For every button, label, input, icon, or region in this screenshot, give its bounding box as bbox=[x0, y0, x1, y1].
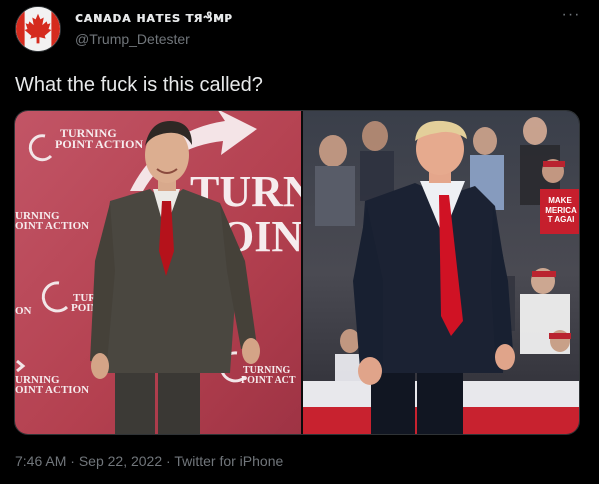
tweet-source[interactable]: Twitter for iPhone bbox=[174, 453, 283, 469]
tpa-edge-on: ON bbox=[15, 305, 32, 317]
user-handle[interactable]: @Trump_Detester bbox=[75, 31, 190, 47]
tweet-meta: 7:46 AM · Sep 22, 2022 · Twitter for iPh… bbox=[15, 453, 283, 469]
tweet: ᴄᴀɴᴀᴅᴀ нᴀᴛᴇs тя₰ᴍᴘ @Trump_Detester ··· W… bbox=[0, 0, 599, 484]
tpa-logo-bottom-center-text: TURNING POINT ACT bbox=[241, 365, 296, 386]
tweet-text: What the fuck is this called? bbox=[15, 74, 263, 96]
media-image: TURNING POINT ACTION TURN OIN URNING OINT A… bbox=[15, 111, 579, 434]
meta-separator: · bbox=[162, 453, 175, 469]
maga-sign: MAKE MERICA T AGAI bbox=[540, 189, 579, 234]
maple-leaf-icon bbox=[16, 7, 60, 51]
meta-separator: · bbox=[66, 453, 79, 469]
avatar[interactable] bbox=[15, 6, 61, 52]
more-options-icon[interactable]: ··· bbox=[559, 7, 583, 28]
display-name[interactable]: ᴄᴀɴᴀᴅᴀ нᴀᴛᴇs тя₰ᴍᴘ bbox=[75, 10, 233, 26]
tweet-date[interactable]: Sep 22, 2022 bbox=[79, 453, 162, 469]
tweet-time[interactable]: 7:46 AM bbox=[15, 453, 66, 469]
tweet-media[interactable]: TURNING POINT ACTION TURN OIN URNING OINT A… bbox=[14, 110, 580, 435]
